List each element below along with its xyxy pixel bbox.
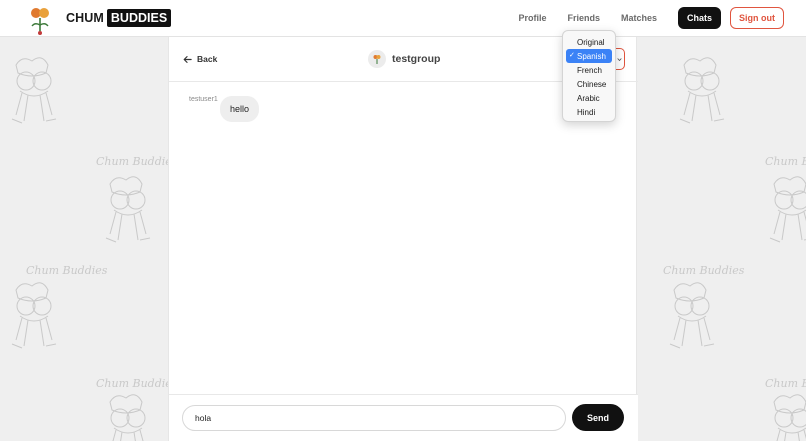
doodle-text-5: Chum Buddies [663, 264, 745, 277]
language-option-chinese[interactable]: Chinese [566, 77, 612, 91]
doodle-left-4 [105, 394, 151, 441]
brand-part-chum: CHUM [66, 11, 104, 25]
back-label: Back [197, 54, 218, 64]
language-select[interactable] [615, 48, 625, 70]
nav-profile-link[interactable]: Profile [518, 13, 546, 23]
doodle-right-1 [679, 57, 725, 124]
nav-friends-link[interactable]: Friends [567, 13, 600, 23]
arrow-left-icon [183, 55, 192, 63]
doodle-text-3: Chum Buddies [96, 377, 178, 390]
message-input[interactable] [182, 405, 566, 431]
brand-wordmark[interactable]: CHUM BUDDIES [66, 9, 172, 27]
doodle-text-6: Chum Buddies [765, 377, 806, 390]
doodle-text-4: Chum Buddies [765, 155, 806, 168]
message-sender: testuser1 [189, 96, 218, 103]
language-option-arabic[interactable]: Arabic [566, 91, 612, 105]
group-avatar-icon [373, 55, 381, 64]
doodle-left-3 [11, 282, 57, 349]
message-composer: Send [169, 394, 638, 441]
doodle-left-2 [105, 176, 151, 243]
doodle-text-2: Chum Buddies [26, 264, 108, 277]
doodle-text-1: Chum Buddies [96, 155, 178, 168]
back-button[interactable]: Back [183, 54, 217, 64]
logo-icon[interactable] [25, 3, 55, 36]
top-navbar: CHUM BUDDIES Profile Friends Matches Cha… [0, 0, 806, 37]
language-option-original[interactable]: Original [566, 35, 612, 49]
group-avatar [368, 50, 386, 68]
nav-chats-link[interactable]: Chats [677, 7, 721, 29]
language-dropdown-menu: Original ✓ Spanish French Chinese Arabic… [562, 30, 616, 122]
language-option-hindi[interactable]: Hindi [566, 105, 612, 119]
doodle-left-1 [11, 57, 57, 124]
doodle-right-3 [669, 282, 715, 349]
main-nav: Profile Friends Matches Chats Sign out [518, 7, 784, 29]
send-button[interactable]: Send [572, 404, 624, 431]
checkmark-icon: ✓ [569, 52, 575, 59]
message-bubble: hello [220, 96, 260, 122]
group-info[interactable]: testgroup [368, 50, 440, 68]
sign-out-button[interactable]: Sign out [730, 7, 784, 29]
brand-part-buddies: BUDDIES [106, 9, 172, 27]
group-name: testgroup [392, 53, 441, 65]
doodle-right-2 [769, 176, 806, 243]
chevron-down-icon [617, 58, 622, 62]
language-option-spanish[interactable]: ✓ Spanish [566, 49, 612, 63]
nav-matches-link[interactable]: Matches [621, 13, 657, 23]
language-option-french[interactable]: French [566, 63, 612, 77]
doodle-right-4 [769, 394, 806, 441]
